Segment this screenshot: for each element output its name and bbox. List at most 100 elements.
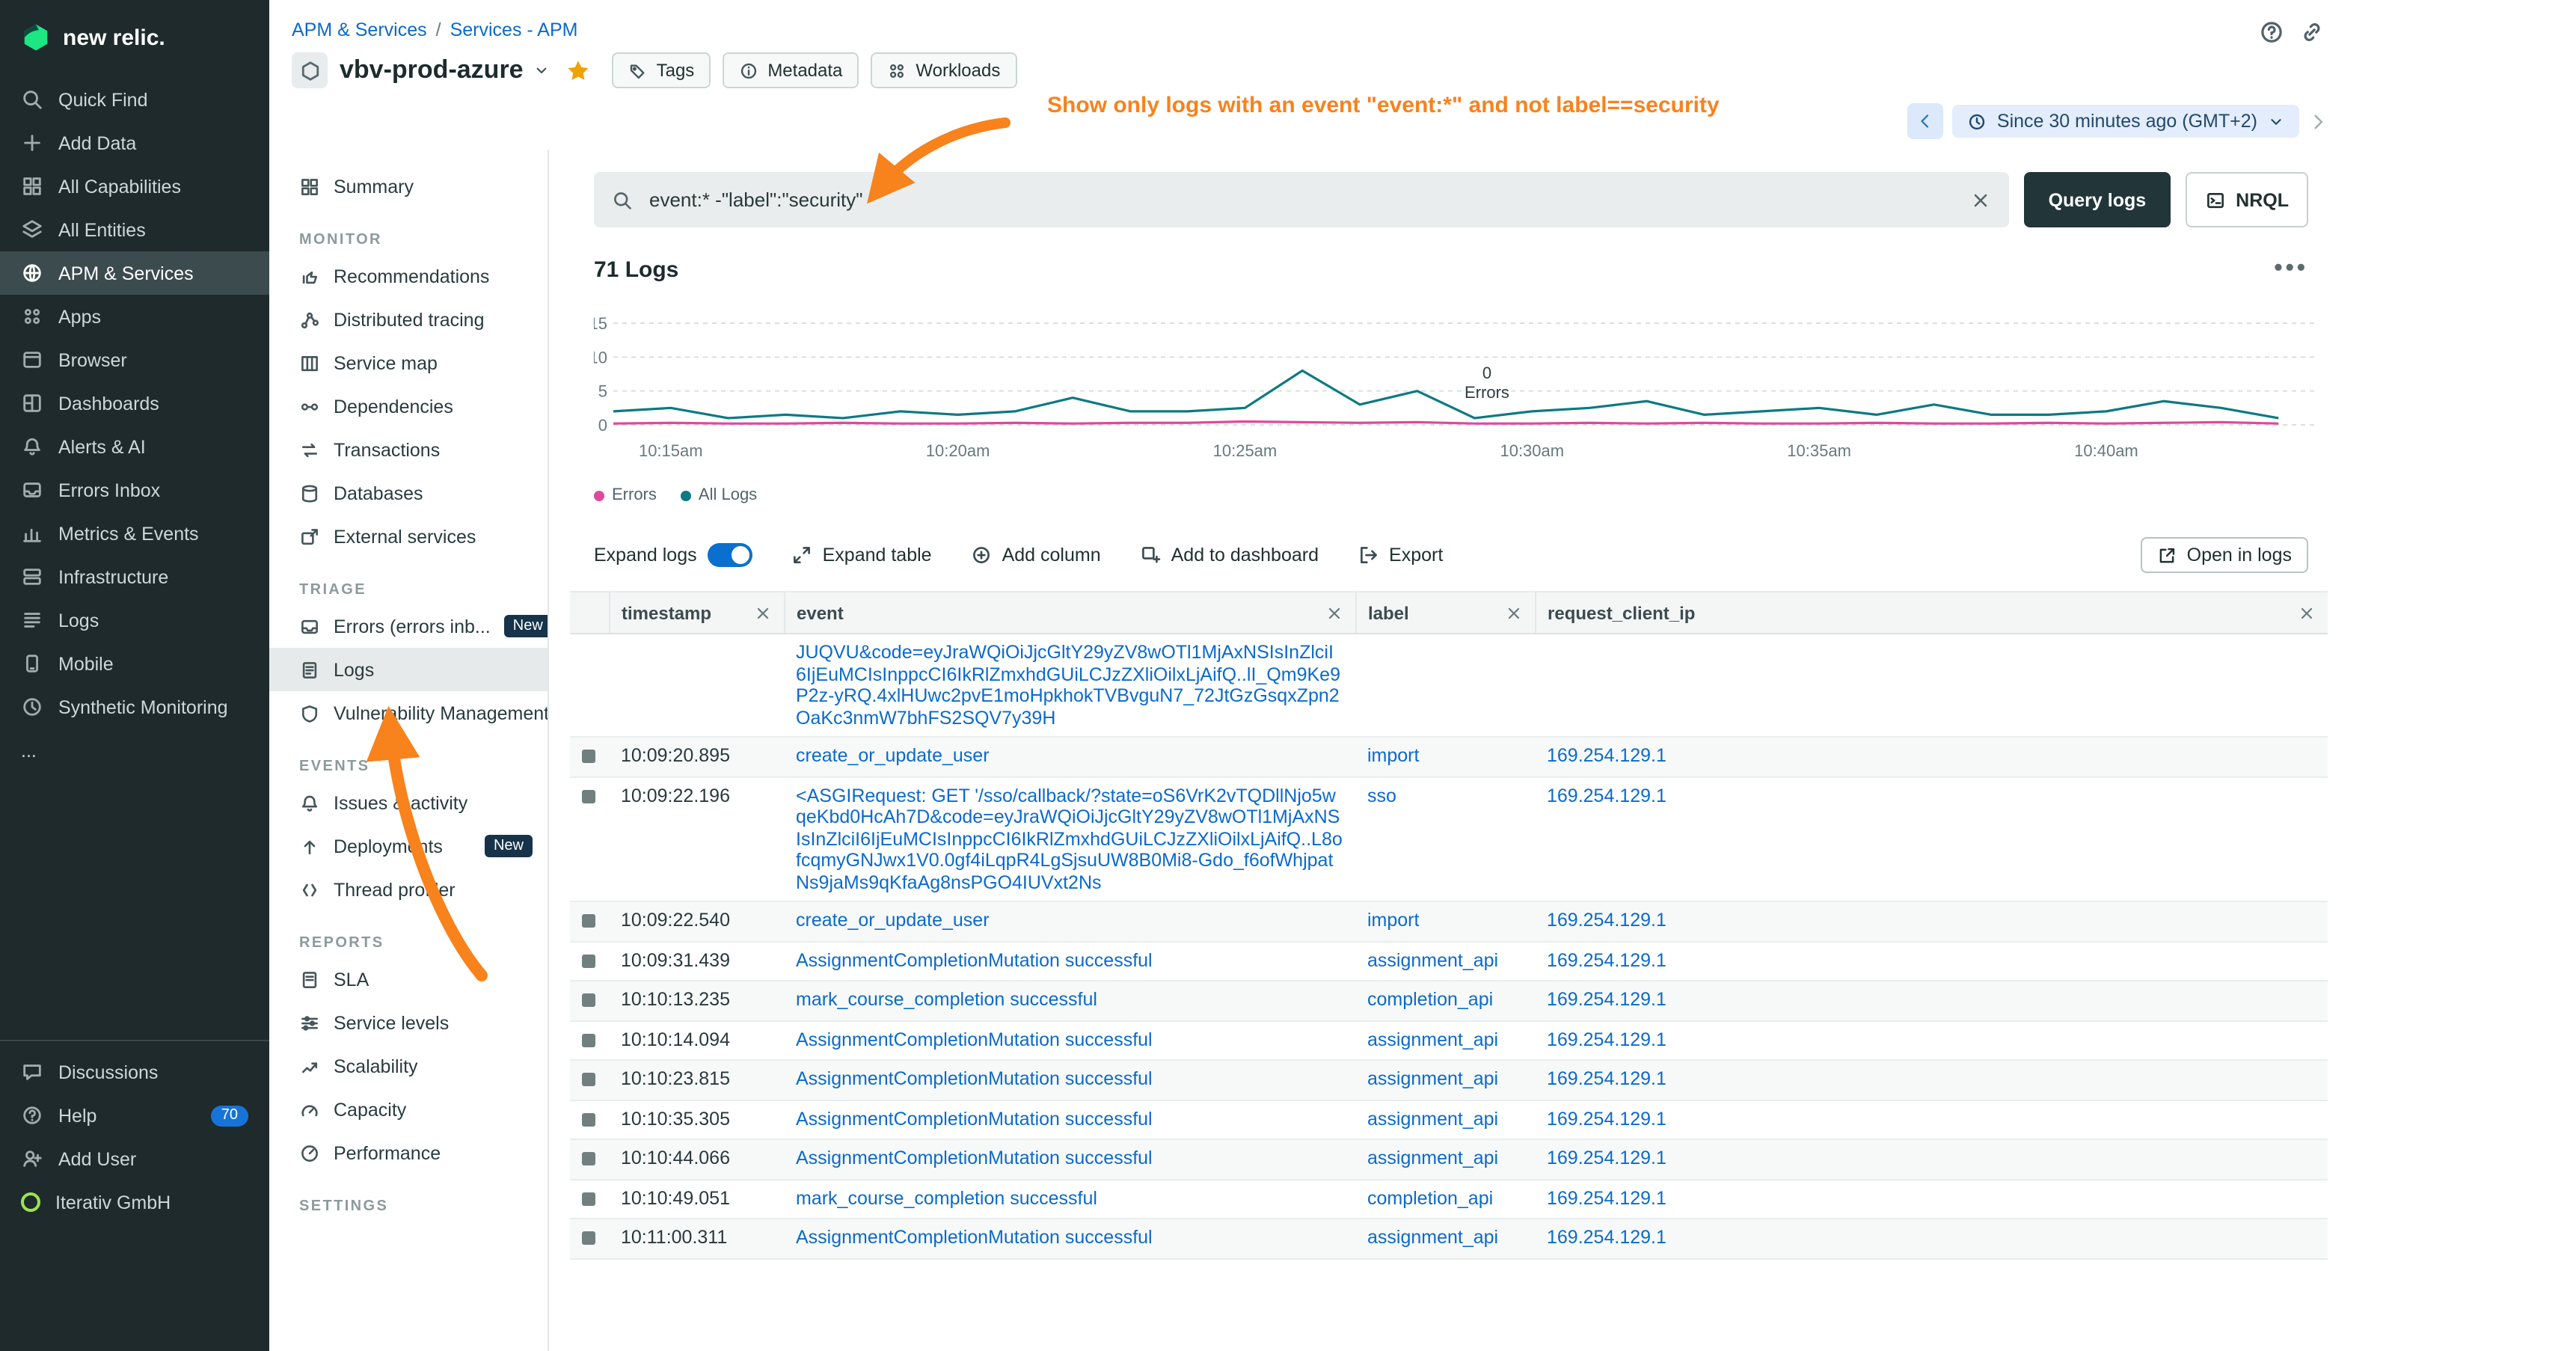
query-logs-button[interactable]: Query logs	[2025, 172, 2171, 227]
breadcrumb-link-services-apm[interactable]: Services - APM	[450, 19, 578, 40]
event-link[interactable]: mark_course_completion successful	[796, 1187, 1097, 1208]
legend-item-all-logs[interactable]: All Logs	[681, 486, 757, 504]
nav-item-deployments[interactable]: Deployments New	[269, 824, 548, 868]
sidebar-item-quick-find[interactable]: Quick Find	[0, 78, 269, 121]
entity-switcher-caret-icon[interactable]	[533, 61, 551, 79]
sidebar-item-metrics-events[interactable]: Metrics & Events	[0, 512, 269, 555]
nav-item-distributed-tracing[interactable]: Distributed tracing	[269, 298, 548, 341]
log-row[interactable]: 10:10:14.094 AssignmentCompletionMutatio…	[570, 1020, 2328, 1060]
sidebar-item-apm-services[interactable]: APM & Services	[0, 251, 269, 295]
sidebar-item-browser[interactable]: Browser	[0, 338, 269, 382]
time-back-button[interactable]	[1907, 103, 1943, 139]
row-select-checkbox[interactable]	[582, 1073, 595, 1086]
label-link[interactable]: assignment_api	[1367, 1227, 1498, 1248]
event-link[interactable]: AssignmentCompletionMutation successful	[796, 1227, 1153, 1248]
event-link[interactable]: AssignmentCompletionMutation successful	[796, 1108, 1153, 1129]
metadata-button[interactable]: Metadata	[723, 52, 859, 88]
nav-item-issues-activity[interactable]: Issues & activity	[269, 781, 548, 824]
label-link[interactable]: assignment_api	[1367, 1148, 1498, 1168]
breadcrumb-link-apm-services[interactable]: APM & Services	[292, 19, 427, 40]
row-select-checkbox[interactable]	[582, 1033, 595, 1047]
sidebar-item-discussions[interactable]: Discussions	[0, 1050, 269, 1094]
sidebar-item-synthetic-monitoring[interactable]: Synthetic Monitoring	[0, 685, 269, 729]
log-row[interactable]: JUQVU&code=eyJraWQiOiJjcGltY29yZV8wOTl1M…	[570, 634, 2328, 737]
event-link[interactable]: <ASGIRequest: GET '/sso/callback/?state=…	[796, 785, 1343, 892]
sidebar-item-dashboards[interactable]: Dashboards	[0, 382, 269, 425]
sidebar-item-errors-inbox[interactable]: Errors Inbox	[0, 468, 269, 512]
time-picker-button[interactable]: Since 30 minutes ago (GMT+2)	[1952, 105, 2299, 138]
legend-item-errors[interactable]: Errors	[594, 486, 657, 504]
sidebar-item-account[interactable]: Iterativ GmbH	[0, 1180, 269, 1224]
sidebar-item-apps[interactable]: Apps	[0, 295, 269, 338]
row-select-checkbox[interactable]	[582, 1231, 595, 1245]
permalink-icon[interactable]	[2299, 19, 2325, 45]
nav-item-scalability[interactable]: Scalability	[269, 1044, 548, 1088]
export-button[interactable]: Export	[1358, 545, 1443, 566]
sidebar-item-mobile[interactable]: Mobile	[0, 642, 269, 685]
expand-table-button[interactable]: Expand table	[791, 545, 932, 566]
log-row[interactable]: 10:10:23.815 AssignmentCompletionMutatio…	[570, 1060, 2328, 1100]
log-row[interactable]: 10:10:13.235 mark_course_completion succ…	[570, 981, 2328, 1020]
open-in-logs-button[interactable]: Open in logs	[2141, 537, 2308, 573]
sidebar-item-help[interactable]: Help 70	[0, 1094, 269, 1137]
ip-link[interactable]: 169.254.129.1	[1547, 785, 1666, 806]
add-to-dashboard-button[interactable]: Add to dashboard	[1140, 545, 1319, 566]
logs-search-field[interactable]	[594, 172, 2010, 227]
event-link[interactable]: AssignmentCompletionMutation successful	[796, 1148, 1153, 1168]
row-select-checkbox[interactable]	[582, 789, 595, 803]
nav-item-logs[interactable]: Logs	[269, 648, 548, 691]
event-link[interactable]: JUQVU&code=eyJraWQiOiJjcGltY29yZV8wOTl1M…	[796, 642, 1340, 728]
sidebar-item-more[interactable]: ...	[0, 729, 269, 772]
event-link[interactable]: AssignmentCompletionMutation successful	[796, 1029, 1153, 1050]
ip-link[interactable]: 169.254.129.1	[1547, 1227, 1666, 1248]
favorite-star-icon[interactable]	[565, 58, 591, 83]
row-select-checkbox[interactable]	[582, 993, 595, 1007]
nrql-button[interactable]: NRQL	[2185, 172, 2308, 227]
nav-item-thread-profiler[interactable]: Thread profiler	[269, 868, 548, 911]
log-row[interactable]: 10:10:44.066 AssignmentCompletionMutatio…	[570, 1139, 2328, 1179]
ip-link[interactable]: 169.254.129.1	[1547, 949, 1666, 970]
nav-item-sla[interactable]: SLA	[269, 958, 548, 1001]
remove-column-icon[interactable]	[753, 604, 771, 622]
label-link[interactable]: assignment_api	[1367, 1029, 1498, 1050]
label-link[interactable]: assignment_api	[1367, 1108, 1498, 1129]
tags-button[interactable]: Tags	[612, 52, 711, 88]
sidebar-item-add-data[interactable]: Add Data	[0, 121, 269, 165]
log-row[interactable]: 10:09:20.895 create_or_update_user impor…	[570, 737, 2328, 776]
remove-column-icon[interactable]	[2298, 604, 2316, 622]
nav-item-summary[interactable]: Summary	[269, 165, 548, 208]
event-link[interactable]: create_or_update_user	[796, 910, 990, 931]
row-select-checkbox[interactable]	[582, 954, 595, 967]
column-header-request-client-ip[interactable]: request_client_ip	[1535, 592, 2328, 634]
ip-link[interactable]: 169.254.129.1	[1547, 989, 1666, 1010]
sidebar-item-all-capabilities[interactable]: All Capabilities	[0, 165, 269, 208]
expand-logs-toggle[interactable]	[708, 543, 752, 567]
row-select-checkbox[interactable]	[582, 914, 595, 928]
label-link[interactable]: import	[1367, 745, 1419, 766]
nav-item-performance[interactable]: Performance	[269, 1131, 548, 1174]
ip-link[interactable]: 169.254.129.1	[1547, 1187, 1666, 1208]
row-select-checkbox[interactable]	[582, 750, 595, 763]
sidebar-item-all-entities[interactable]: All Entities	[0, 208, 269, 251]
time-forward-button[interactable]	[2308, 111, 2328, 131]
label-link[interactable]: assignment_api	[1367, 1068, 1498, 1089]
nav-item-transactions[interactable]: Transactions	[269, 428, 548, 471]
event-link[interactable]: mark_course_completion successful	[796, 989, 1097, 1010]
row-select-checkbox[interactable]	[582, 1112, 595, 1126]
column-header-timestamp[interactable]: timestamp	[609, 592, 784, 634]
row-select-checkbox[interactable]	[582, 1192, 595, 1205]
workloads-button[interactable]: Workloads	[871, 52, 1016, 88]
newrelic-logo[interactable]: new relic.	[0, 0, 269, 78]
nav-item-recommendations[interactable]: Recommendations	[269, 254, 548, 298]
nav-item-errors-inbox[interactable]: Errors (errors inb... New	[269, 604, 548, 648]
label-link[interactable]: completion_api	[1367, 989, 1493, 1010]
ip-link[interactable]: 169.254.129.1	[1547, 745, 1666, 766]
label-link[interactable]: import	[1367, 910, 1419, 931]
label-link[interactable]: sso	[1367, 785, 1396, 806]
add-column-button[interactable]: Add column	[971, 545, 1101, 566]
event-link[interactable]: AssignmentCompletionMutation successful	[796, 1068, 1153, 1089]
nav-item-service-levels[interactable]: Service levels	[269, 1001, 548, 1044]
label-link[interactable]: completion_api	[1367, 1187, 1493, 1208]
log-row[interactable]: 10:10:35.305 AssignmentCompletionMutatio…	[570, 1100, 2328, 1139]
row-select-checkbox[interactable]	[582, 1152, 595, 1165]
